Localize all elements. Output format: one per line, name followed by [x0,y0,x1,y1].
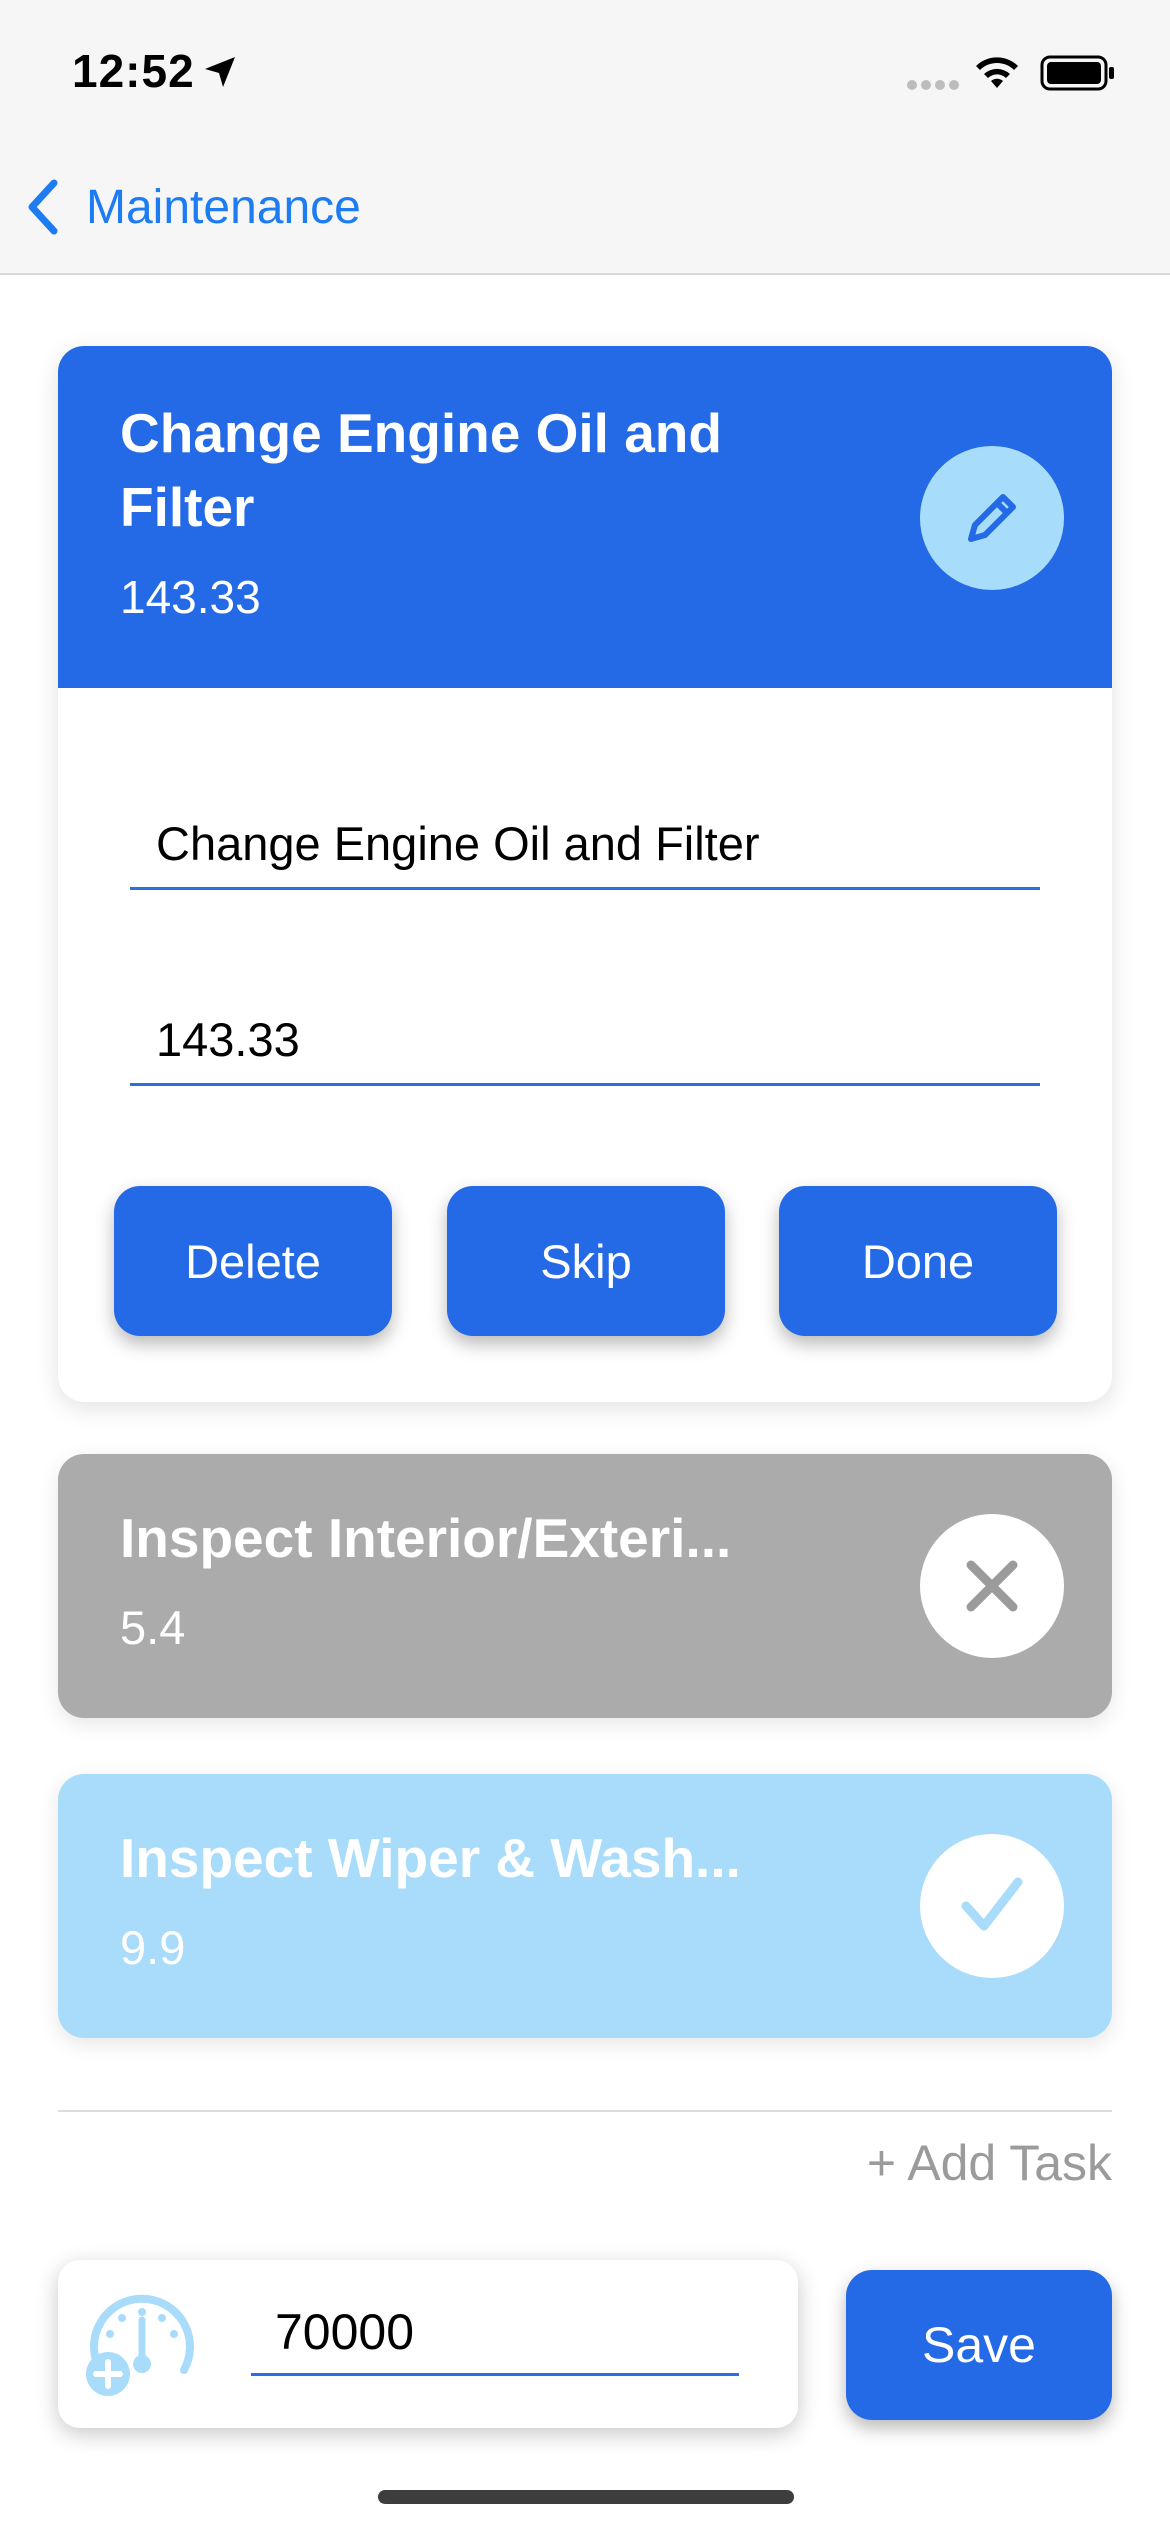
skipped-status-button[interactable] [920,1514,1064,1658]
done-button[interactable]: Done [779,1186,1057,1336]
task-cost: 9.9 [120,1921,186,1974]
task-cost-field[interactable]: 143.33 [130,994,1040,1086]
odometer-box: 70000 [58,2260,798,2428]
close-icon [966,1560,1018,1612]
chevron-left-icon [28,179,58,235]
task-card-done[interactable]: Inspect Wiper & Wash... 9.9 [58,1774,1112,2038]
home-indicator [378,2490,794,2504]
divider [58,2110,1112,2112]
cellular-signal-icon [907,80,959,90]
navigation-bar: 12:52 Maintenance [0,0,1170,275]
edit-button[interactable] [920,446,1064,590]
wifi-icon [976,57,1018,88]
add-task-button[interactable]: + Add Task [867,2134,1112,2192]
done-status-button[interactable] [920,1834,1064,1978]
task-title: Inspect Interior/Exteri... [120,1507,732,1569]
task-title: Inspect Wiper & Wash... [120,1827,741,1889]
odometer-add-icon [86,2294,194,2396]
back-label: Maintenance [86,180,361,234]
task-card-header[interactable]: Change Engine Oil and Filter 143.33 [58,346,1112,688]
task-card-skipped[interactable]: Inspect Interior/Exteri... 5.4 [58,1454,1112,1718]
pencil-icon [968,494,1016,542]
back-button[interactable]: Maintenance [22,172,361,242]
expanded-task-card: Change Engine Oil and Filter 143.33 Chan… [58,346,1112,1402]
skip-button[interactable]: Skip [447,1186,725,1336]
status-time: 12:52 [72,45,195,97]
task-cost: 5.4 [120,1601,186,1654]
task-title: Change Engine Oil and Filter [120,402,722,538]
task-cost: 143.33 [120,571,261,623]
screen: 12:52 Maintenance Change Engine Oil and … [0,0,1170,2532]
location-arrow-icon [205,57,235,87]
battery-icon [1040,55,1114,91]
task-name-field[interactable]: Change Engine Oil and Filter [130,798,1040,890]
check-icon [961,1877,1023,1931]
delete-button[interactable]: Delete [114,1186,392,1336]
odometer-input[interactable]: 70000 [251,2290,739,2376]
save-button[interactable]: Save [846,2270,1112,2420]
